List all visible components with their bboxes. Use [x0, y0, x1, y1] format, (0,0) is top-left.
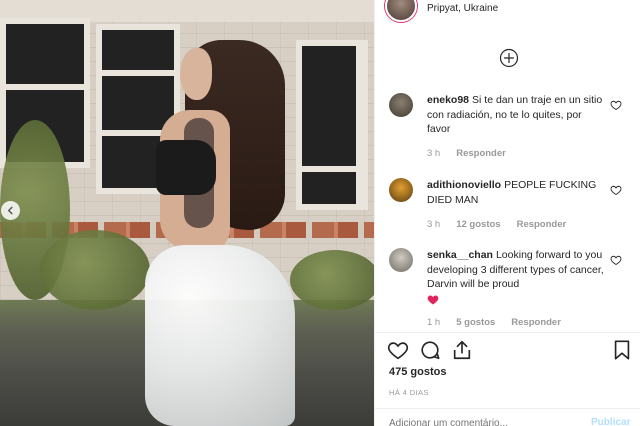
- comment-item: senka__chan Looking forward to you develo…: [389, 248, 633, 328]
- comment-likes[interactable]: 12 gostos: [456, 219, 500, 230]
- chevron-left-icon: [7, 206, 13, 215]
- share-icon[interactable]: [451, 339, 473, 361]
- comment-text-block: adithionoviello PEOPLE FUCKING DIED MAN: [427, 178, 607, 207]
- author-avatar[interactable]: [385, 0, 417, 22]
- figure-face: [180, 48, 212, 100]
- comment-text-block: eneko98 Si te dan un traje en un sitio co…: [427, 93, 607, 137]
- heart-outline-icon[interactable]: [610, 254, 622, 266]
- comment-text-block: senka__chan Looking forward to you develo…: [427, 248, 607, 306]
- avatar[interactable]: [389, 178, 413, 202]
- red-heart-icon: [427, 295, 439, 305]
- post-date: HÁ 4 DIAS: [389, 388, 429, 397]
- figure-white-wrap: [145, 245, 295, 426]
- actions-divider: [375, 332, 640, 333]
- shrub: [290, 250, 374, 310]
- comment-username[interactable]: senka__chan: [427, 249, 493, 261]
- add-comment-input[interactable]: [389, 416, 579, 426]
- post-photo: [0, 0, 374, 426]
- comment-likes[interactable]: 5 gostos: [456, 317, 495, 328]
- figure-top: [156, 140, 216, 195]
- reply-button[interactable]: Responder: [517, 219, 567, 230]
- comment-bubble-icon[interactable]: [419, 339, 441, 361]
- reply-button[interactable]: Responder: [456, 148, 506, 159]
- comment-item: eneko98 Si te dan un traje en un sitio co…: [389, 93, 633, 163]
- post-sidebar: Pripyat, Ukraine eneko98 Si te dan un tra…: [374, 0, 640, 426]
- reply-button[interactable]: Responder: [511, 317, 561, 328]
- previous-photo-button[interactable]: [1, 201, 20, 220]
- avatar[interactable]: [389, 93, 413, 117]
- comment-meta: 3 h 12 gostos Responder: [427, 219, 566, 230]
- bookmark-icon[interactable]: [611, 339, 633, 361]
- plus-circle-icon[interactable]: [499, 48, 519, 68]
- comment-time: 1 h: [427, 317, 441, 328]
- avatar[interactable]: [389, 248, 413, 272]
- comment-meta: 3 h Responder: [427, 148, 506, 159]
- comment-username[interactable]: adithionoviello: [427, 179, 501, 191]
- likes-count[interactable]: 475 gostos: [389, 366, 446, 378]
- shrub: [40, 230, 150, 310]
- heart-outline-icon[interactable]: [610, 184, 622, 196]
- comment-username[interactable]: eneko98: [427, 94, 469, 106]
- publish-button[interactable]: Publicar: [591, 417, 630, 426]
- comment-time: 3 h: [427, 148, 441, 159]
- building-window: [296, 40, 368, 210]
- heart-outline-icon[interactable]: [387, 339, 409, 361]
- comment-time: 3 h: [427, 219, 441, 230]
- comment-item: adithionoviello PEOPLE FUCKING DIED MAN 3…: [389, 178, 633, 238]
- add-comment-divider: [375, 408, 640, 409]
- comment-meta: 1 h 5 gostos Responder: [427, 317, 561, 328]
- heart-outline-icon[interactable]: [610, 99, 622, 111]
- post-header: Pripyat, Ukraine: [375, 0, 640, 22]
- post-location[interactable]: Pripyat, Ukraine: [427, 3, 498, 14]
